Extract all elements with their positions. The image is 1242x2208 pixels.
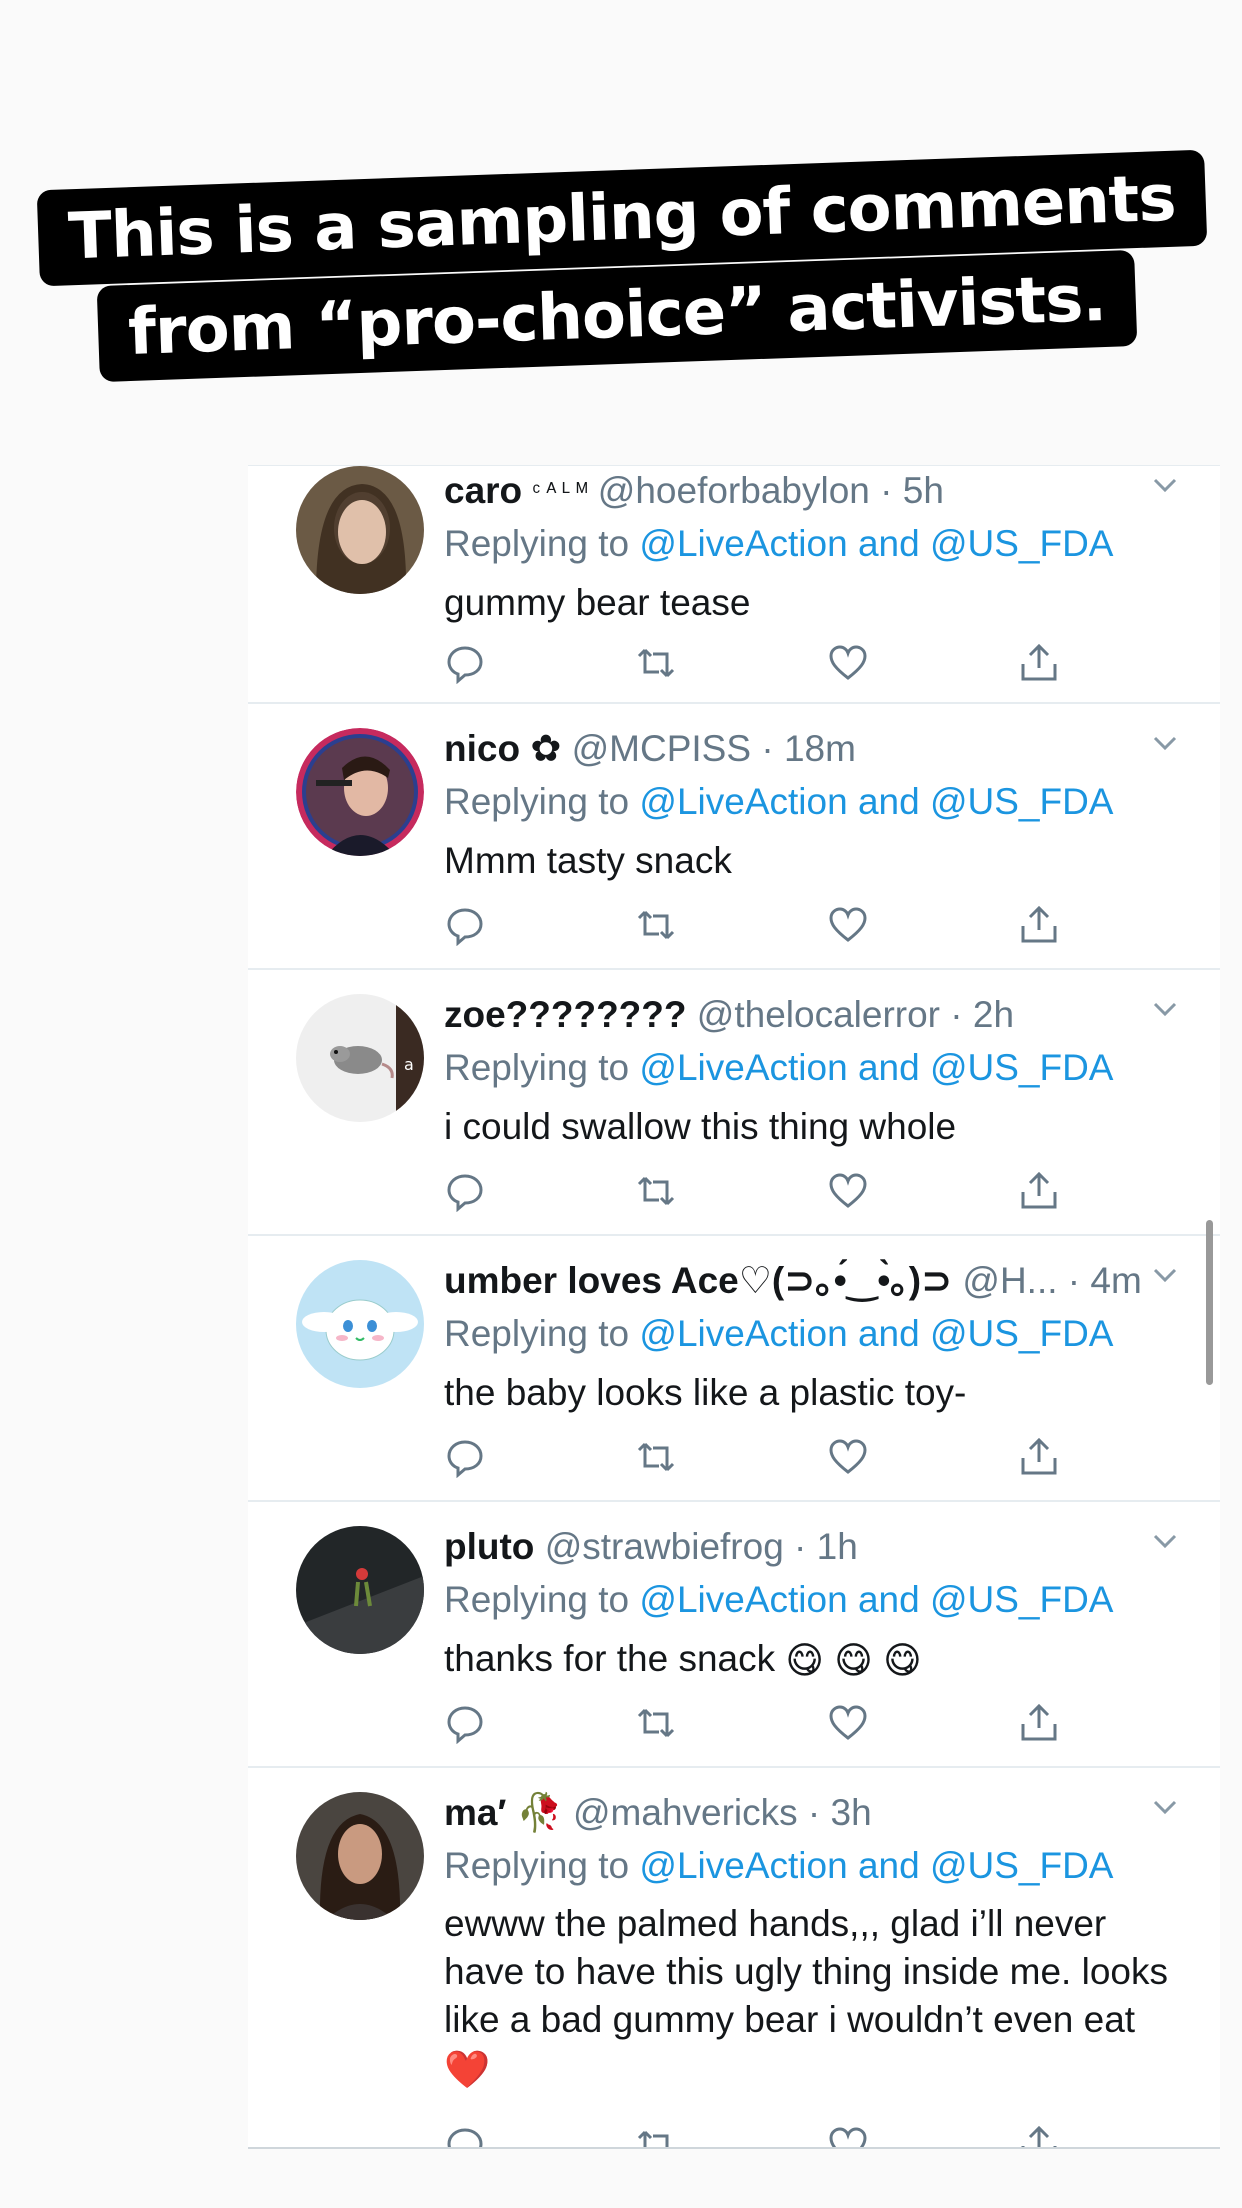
timestamp[interactable]: 4m (1090, 1260, 1141, 1301)
chevron-down-icon[interactable] (1150, 1260, 1180, 1290)
retweet-icon[interactable] (635, 904, 677, 946)
tweet-text: Mmm tasty snack (444, 840, 732, 881)
chevron-down-icon[interactable] (1150, 1526, 1180, 1556)
display-name[interactable]: caro (444, 470, 522, 511)
like-icon[interactable] (827, 1702, 869, 1744)
avatar[interactable] (296, 1792, 424, 1920)
reply-feed[interactable]: caro ᶜ ᴬ ᴸ ᴹ @hoeforbabylon · 5h Replyin… (248, 465, 1220, 2148)
retweet-icon[interactable] (635, 2124, 677, 2148)
replying-label: Replying to (444, 1845, 630, 1886)
like-icon[interactable] (827, 904, 869, 946)
caption-banner: This is a sampling of comments from “pro… (0, 0, 1242, 440)
avatar[interactable] (296, 728, 424, 856)
replying-label: Replying to (444, 1579, 630, 1620)
timestamp[interactable]: 5h (903, 470, 944, 511)
reply-icon[interactable] (444, 904, 486, 946)
handle[interactable]: @strawbiefrog (545, 1526, 784, 1567)
avatar[interactable] (296, 1260, 424, 1388)
reply-icon[interactable] (444, 1702, 486, 1744)
like-icon[interactable] (827, 1170, 869, 1212)
handle[interactable]: @hoeforbabylon (598, 470, 870, 511)
heart-emoji: ❤️ (444, 2049, 491, 2091)
share-icon[interactable] (1018, 642, 1060, 684)
share-icon[interactable] (1018, 1702, 1060, 1744)
replying-to-link[interactable]: @LiveAction and @US_FDA (639, 1313, 1113, 1354)
like-icon[interactable] (827, 1436, 869, 1478)
share-icon[interactable] (1018, 1170, 1060, 1212)
like-icon[interactable] (827, 2124, 869, 2148)
replying-to-link[interactable]: @LiveAction and @US_FDA (639, 1579, 1113, 1620)
retweet-icon[interactable] (635, 1702, 677, 1744)
tweet-text: the baby looks like a plastic toy- (444, 1372, 967, 1413)
timestamp[interactable]: 1h (817, 1526, 858, 1567)
tweet[interactable]: a zoe???????? @thelocalerror · 2h Replyi… (248, 970, 1220, 1236)
handle[interactable]: @MCPISS (572, 728, 751, 769)
tweet-text-container: thanks for the snack 😋 😋 😋 (444, 1634, 1180, 1686)
chevron-down-icon[interactable] (1150, 728, 1180, 758)
reply-icon[interactable] (444, 2124, 486, 2148)
tweet[interactable]: umber loves Ace♡(⊃｡•́‿•̀｡)⊃ @H... · 4m R… (248, 1236, 1220, 1502)
display-name[interactable]: pluto (444, 1526, 534, 1567)
replying-to-link[interactable]: @LiveAction and @US_FDA (639, 1047, 1113, 1088)
tweet[interactable]: pluto @strawbiefrog · 1h Replying to @Li… (248, 1502, 1220, 1768)
replying-label: Replying to (444, 1313, 630, 1354)
chevron-down-icon[interactable] (1150, 470, 1180, 500)
replying-label: Replying to (444, 523, 630, 564)
feed-bottom-divider (248, 2147, 1220, 2149)
retweet-icon[interactable] (635, 1436, 677, 1478)
like-icon[interactable] (827, 642, 869, 684)
reply-icon[interactable] (444, 1436, 486, 1478)
share-icon[interactable] (1018, 2124, 1060, 2148)
tweet[interactable]: caro ᶜ ᴬ ᴸ ᴹ @hoeforbabylon · 5h Replyin… (248, 466, 1220, 704)
chevron-down-icon[interactable] (1150, 994, 1180, 1024)
avatar[interactable] (296, 1526, 424, 1654)
replying-label: Replying to (444, 1047, 630, 1088)
display-name[interactable]: zoe???????? (444, 994, 687, 1035)
tweet-text: thanks for the snack (444, 1638, 776, 1679)
tweet-text: ewww the palmed hands,,, glad i’ll never… (444, 1903, 1168, 2040)
replying-label: Replying to (444, 781, 630, 822)
handle[interactable]: @H... (962, 1260, 1057, 1301)
tweet[interactable]: nico ✿ @MCPISS · 18m Replying to @LiveAc… (248, 704, 1220, 970)
name-suffix: ᶜ ᴬ ᴸ ᴹ (532, 478, 588, 503)
chevron-down-icon[interactable] (1150, 1792, 1180, 1822)
replying-to-link[interactable]: @LiveAction and @US_FDA (639, 781, 1113, 822)
retweet-icon[interactable] (635, 1170, 677, 1212)
timestamp[interactable]: 18m (784, 728, 856, 769)
replying-to-link[interactable]: @LiveAction and @US_FDA (639, 523, 1113, 564)
avatar[interactable] (296, 466, 424, 594)
timestamp[interactable]: 2h (973, 994, 1014, 1035)
display-name[interactable]: nico ✿ (444, 728, 561, 769)
tweet-text: gummy bear tease (444, 582, 751, 623)
display-name[interactable]: umber loves Ace♡(⊃｡•́‿•̀｡)⊃ (444, 1260, 952, 1301)
share-icon[interactable] (1018, 904, 1060, 946)
reply-icon[interactable] (444, 1170, 486, 1212)
reply-icon[interactable] (444, 642, 486, 684)
tweet-text-container: ewww the palmed hands,,, glad i’ll never… (444, 1900, 1180, 2094)
retweet-icon[interactable] (635, 642, 677, 684)
svg-text:a: a (404, 1055, 414, 1074)
name-suffix: 🥀 (516, 1792, 563, 1833)
handle[interactable]: @mahvericks (573, 1792, 798, 1833)
timestamp[interactable]: 3h (831, 1792, 872, 1833)
scrollbar[interactable] (1206, 1220, 1213, 1385)
display-name[interactable]: ma′ (444, 1792, 506, 1833)
handle[interactable]: @thelocalerror (697, 994, 940, 1035)
tweet[interactable]: ma′ 🥀 @mahvericks · 3h Replying to @Live… (248, 1768, 1220, 2148)
replying-to-link[interactable]: @LiveAction and @US_FDA (639, 1845, 1113, 1886)
share-icon[interactable] (1018, 1436, 1060, 1478)
yum-emoji: 😋 😋 😋 (785, 1640, 922, 1682)
tweet-text: i could swallow this thing whole (444, 1106, 957, 1147)
avatar[interactable]: a (296, 994, 424, 1122)
